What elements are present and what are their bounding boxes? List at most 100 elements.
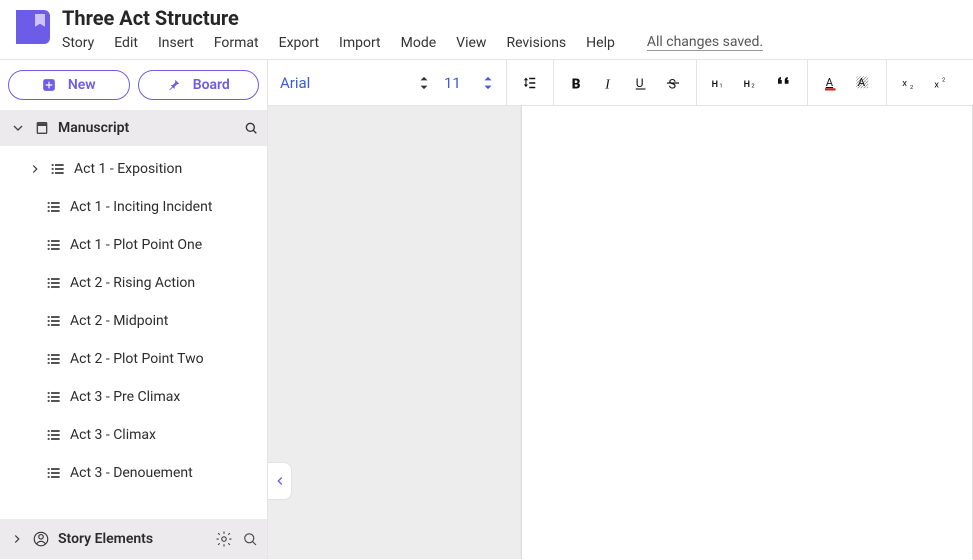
document-title[interactable]: Three Act Structure [62, 4, 973, 32]
italic-icon: I [600, 74, 618, 92]
font-size-value: 11 [444, 74, 474, 92]
svg-text:U: U [636, 75, 644, 89]
search-icon[interactable] [243, 120, 259, 136]
superscript-button[interactable]: x2 [931, 72, 953, 94]
tree-item-label: Act 3 - Pre Climax [70, 389, 180, 405]
underline-icon: U [632, 74, 650, 92]
tree-item[interactable]: Act 1 - Plot Point One [0, 226, 267, 264]
chevron-down-icon [10, 120, 26, 136]
menubar: Story Edit Insert Format Export Import M… [62, 32, 973, 59]
story-elements-header[interactable]: Story Elements [0, 519, 267, 559]
svg-text:I: I [604, 76, 611, 91]
text-color-icon: A [822, 74, 840, 92]
story-elements-label: Story Elements [58, 531, 207, 547]
tree-item-label: Act 1 - Inciting Incident [70, 199, 212, 215]
svg-text:2: 2 [910, 84, 914, 90]
line-height-icon [521, 74, 539, 92]
menu-format[interactable]: Format [214, 35, 259, 51]
editor-page[interactable] [521, 106, 973, 559]
updown-icon [482, 76, 494, 90]
gear-icon[interactable] [215, 530, 233, 548]
menu-edit[interactable]: Edit [114, 35, 138, 51]
updown-icon [418, 76, 430, 90]
font-size-select[interactable]: 11 [444, 74, 494, 92]
manuscript-tree: Act 1 - Exposition Act 1 - Inciting Incid… [0, 146, 267, 519]
list-icon [46, 199, 62, 215]
underline-button[interactable]: U [630, 72, 652, 94]
save-status: All changes saved. [647, 34, 763, 51]
svg-text:H: H [744, 79, 750, 89]
person-icon [32, 530, 50, 548]
editor-canvas[interactable] [268, 106, 973, 559]
main: New Board Manuscript Act 1 - ExpositionA… [0, 59, 973, 559]
list-icon [46, 389, 62, 405]
tree-item[interactable]: Act 2 - Rising Action [0, 264, 267, 302]
menu-help[interactable]: Help [586, 35, 615, 51]
chevron-left-icon [273, 474, 287, 488]
header: Three Act Structure Story Edit Insert Fo… [0, 0, 973, 59]
manuscript-section-header[interactable]: Manuscript [0, 110, 267, 146]
menu-mode[interactable]: Mode [401, 35, 437, 51]
blockquote-button[interactable] [773, 72, 795, 94]
svg-text:2: 2 [942, 77, 946, 83]
plus-icon [42, 78, 56, 92]
h1-icon: H1 [711, 74, 729, 92]
tree-item-label: Act 3 - Climax [70, 427, 156, 443]
svg-text:S: S [669, 77, 677, 92]
list-icon [46, 427, 62, 443]
board-label: Board [193, 77, 230, 93]
bold-icon: B [568, 74, 586, 92]
tree-item[interactable]: Act 2 - Plot Point Two [0, 340, 267, 378]
chevron-right-icon [28, 162, 42, 176]
heading1-button[interactable]: H1 [709, 72, 731, 94]
book-icon [34, 120, 50, 136]
font-select[interactable]: Arial [280, 74, 430, 92]
svg-text:H: H [712, 79, 718, 89]
menu-insert[interactable]: Insert [158, 35, 194, 51]
tree-item[interactable]: Act 1 - Inciting Incident [0, 188, 267, 226]
subscript-button[interactable]: x2 [899, 72, 921, 94]
new-label: New [68, 77, 96, 93]
tree-item-label: Act 2 - Rising Action [70, 275, 195, 291]
heading2-button[interactable]: H2 [741, 72, 763, 94]
menu-view[interactable]: View [456, 35, 486, 51]
tree-item[interactable]: Act 2 - Midpoint [0, 302, 267, 340]
tree-item-label: Act 1 - Plot Point One [70, 237, 202, 253]
tree-item-label: Act 1 - Exposition [74, 161, 182, 177]
highlight-button[interactable]: A [852, 72, 874, 94]
line-height-button[interactable] [519, 72, 541, 94]
tree-item[interactable]: Act 3 - Denouement [0, 454, 267, 492]
menu-export[interactable]: Export [279, 35, 319, 51]
board-button[interactable]: Board [138, 70, 260, 100]
collapse-sidebar-handle[interactable] [268, 462, 292, 500]
bold-button[interactable]: B [566, 72, 588, 94]
subscript-icon: x2 [901, 74, 919, 92]
tree-item-label: Act 2 - Plot Point Two [70, 351, 204, 367]
sidebar-actions: New Board [0, 60, 267, 110]
superscript-icon: x2 [933, 74, 951, 92]
manuscript-label: Manuscript [58, 120, 235, 136]
menu-import[interactable]: Import [339, 35, 381, 51]
editor-area: Arial 11 B I [268, 60, 973, 559]
tree-item[interactable]: Act 3 - Climax [0, 416, 267, 454]
toolbar: Arial 11 B I [268, 60, 973, 106]
text-color-button[interactable]: A [820, 72, 842, 94]
strikethrough-button[interactable]: S [662, 72, 684, 94]
svg-text:A: A [826, 76, 834, 89]
list-icon [46, 275, 62, 291]
highlight-icon: A [854, 74, 872, 92]
new-button[interactable]: New [8, 70, 130, 100]
font-value: Arial [280, 74, 418, 92]
svg-text:B: B [572, 76, 581, 92]
tree-item-label: Act 3 - Denouement [70, 465, 193, 481]
tree-item[interactable]: Act 1 - Exposition [0, 150, 267, 188]
strikethrough-icon: S [664, 74, 682, 92]
tree-item[interactable]: Act 3 - Pre Climax [0, 378, 267, 416]
list-icon [46, 313, 62, 329]
search-icon[interactable] [241, 530, 259, 548]
menu-revisions[interactable]: Revisions [506, 35, 566, 51]
menu-story[interactable]: Story [62, 35, 94, 51]
italic-button[interactable]: I [598, 72, 620, 94]
svg-text:2: 2 [751, 83, 755, 89]
svg-text:x: x [934, 79, 939, 90]
